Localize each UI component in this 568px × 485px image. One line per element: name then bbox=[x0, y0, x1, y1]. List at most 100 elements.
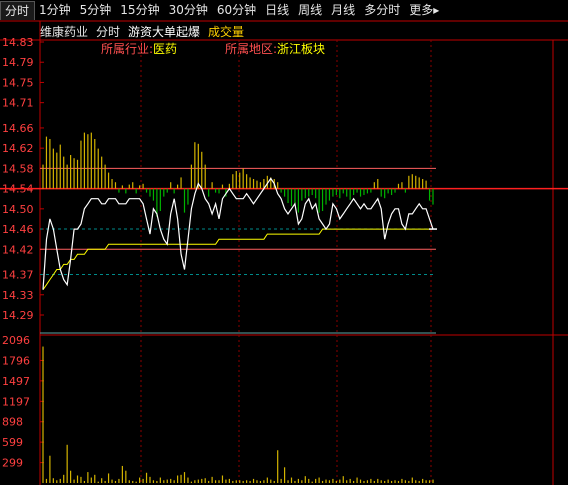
volume-bar-6 bbox=[63, 474, 65, 483]
volume-bar-78 bbox=[311, 481, 313, 483]
volume-bar-41 bbox=[183, 472, 186, 483]
industry-label: 所属行业: bbox=[101, 42, 154, 56]
strength-bar-107 bbox=[411, 174, 413, 189]
strength-bar-97 bbox=[377, 179, 379, 189]
tab-8[interactable]: 月线 bbox=[327, 1, 360, 20]
strength-bar-43 bbox=[190, 164, 193, 189]
region-value[interactable]: 浙江板块 bbox=[277, 42, 325, 56]
strength-bar-5 bbox=[59, 144, 61, 189]
strength-bar-51 bbox=[218, 188, 220, 194]
strength-bar-83 bbox=[328, 188, 331, 201]
intraday-chart[interactable]: 14.83 14.79 14.75 14.71 14.66 14.62 14.58 14.54… bbox=[0, 0, 568, 485]
volume-tick-label-0: 2096 bbox=[2, 334, 30, 347]
hot-flag-label[interactable]: 游资大单起爆 bbox=[128, 23, 200, 40]
volume-bar-87 bbox=[342, 476, 344, 483]
strength-bar-110 bbox=[422, 179, 424, 189]
volume-bar-111 bbox=[425, 480, 427, 483]
strength-bar-31 bbox=[149, 188, 151, 197]
volume-toggle-label[interactable]: 成交量 bbox=[208, 23, 244, 40]
volume-bar-26 bbox=[132, 480, 134, 483]
volume-bar-22 bbox=[118, 478, 120, 483]
volume-tick-label-5: 599 bbox=[2, 436, 23, 449]
volume-bar-84 bbox=[332, 478, 334, 483]
tab-1[interactable]: 1分钟 bbox=[35, 1, 76, 20]
volume-tick-label-6: 299 bbox=[2, 457, 23, 470]
volume-bar-80 bbox=[318, 477, 320, 483]
volume-bar-49 bbox=[211, 476, 213, 483]
strength-bar-59 bbox=[246, 174, 248, 189]
tab-4[interactable]: 30分钟 bbox=[165, 1, 213, 20]
strength-bar-92 bbox=[359, 188, 362, 197]
volume-bar-14 bbox=[90, 477, 92, 483]
volume-bar-74 bbox=[297, 478, 299, 483]
tab-6[interactable]: 日线 bbox=[261, 1, 294, 20]
volume-bar-110 bbox=[422, 478, 424, 483]
strength-bar-81 bbox=[321, 188, 324, 212]
tab-5[interactable]: 60分钟 bbox=[213, 1, 261, 20]
volume-bar-59 bbox=[246, 480, 248, 483]
tab-2[interactable]: 5分钟 bbox=[76, 1, 117, 20]
strength-bar-50 bbox=[214, 188, 217, 193]
industry-value[interactable]: 医药 bbox=[153, 42, 177, 56]
volume-bar-77 bbox=[308, 478, 310, 483]
strength-bar-95 bbox=[370, 188, 372, 193]
tab-9[interactable]: 多分时 bbox=[360, 1, 405, 20]
tab-3[interactable]: 15分钟 bbox=[116, 1, 164, 20]
volume-bar-67 bbox=[273, 480, 275, 483]
volume-bar-15 bbox=[94, 474, 96, 483]
strength-bar-65 bbox=[266, 175, 268, 189]
tab-10[interactable]: 更多▸ bbox=[405, 1, 444, 20]
volume-bar-58 bbox=[242, 480, 244, 483]
volume-bar-62 bbox=[256, 480, 258, 483]
strength-bar-98 bbox=[380, 188, 382, 197]
volume-bar-91 bbox=[356, 477, 358, 483]
volume-bar-101 bbox=[390, 480, 393, 483]
price-tick-label-10: 14.42 bbox=[2, 243, 34, 256]
strength-bar-12 bbox=[83, 132, 86, 189]
volume-bar-48 bbox=[208, 480, 210, 483]
strength-bar-37 bbox=[170, 182, 172, 189]
volume-bar-1 bbox=[45, 478, 48, 483]
volume-bar-5 bbox=[59, 478, 61, 483]
strength-bar-27 bbox=[135, 188, 137, 194]
volume-bar-37 bbox=[170, 478, 172, 483]
volume-bar-0 bbox=[42, 346, 44, 483]
price-tick-label-11: 14.37 bbox=[2, 269, 34, 282]
strength-bar-55 bbox=[232, 174, 234, 189]
strength-bar-70 bbox=[283, 188, 286, 197]
strength-bar-7 bbox=[66, 164, 68, 189]
tab-0[interactable]: 分时 bbox=[0, 1, 36, 20]
strength-bar-82 bbox=[325, 188, 327, 205]
volume-bar-51 bbox=[218, 480, 220, 483]
strength-bar-39 bbox=[177, 184, 179, 189]
volume-bar-17 bbox=[101, 478, 103, 483]
strength-bar-28 bbox=[139, 185, 141, 189]
region-tag: 所属地区:浙江板块 bbox=[225, 40, 325, 57]
volume-bar-60 bbox=[249, 480, 251, 483]
strength-bar-62 bbox=[256, 180, 258, 189]
volume-bar-27 bbox=[135, 481, 137, 483]
volume-bar-68 bbox=[277, 450, 279, 483]
volume-bar-71 bbox=[287, 480, 289, 483]
volume-bar-23 bbox=[121, 465, 123, 483]
tab-7[interactable]: 周线 bbox=[294, 1, 327, 20]
strength-bar-34 bbox=[159, 188, 161, 212]
volume-bar-65 bbox=[266, 477, 268, 483]
strength-bar-88 bbox=[346, 188, 348, 197]
strength-bar-8 bbox=[70, 155, 72, 189]
strength-bar-10 bbox=[76, 159, 79, 189]
strength-bar-99 bbox=[384, 188, 386, 199]
volume-bar-99 bbox=[384, 480, 386, 483]
strength-bar-101 bbox=[390, 188, 393, 196]
strength-bar-22 bbox=[118, 188, 120, 193]
volume-tick-label-1: 1796 bbox=[2, 354, 30, 367]
strength-bar-103 bbox=[397, 183, 400, 189]
strength-bar-68 bbox=[277, 182, 279, 189]
volume-bar-20 bbox=[111, 479, 113, 483]
strength-bar-21 bbox=[114, 182, 117, 189]
price-tick-label-13: 14.29 bbox=[2, 309, 34, 322]
strength-bar-105 bbox=[404, 188, 406, 193]
volume-bar-4 bbox=[56, 480, 58, 483]
stock-name[interactable]: 维康药业 bbox=[40, 23, 88, 40]
strength-bar-48 bbox=[208, 188, 210, 197]
